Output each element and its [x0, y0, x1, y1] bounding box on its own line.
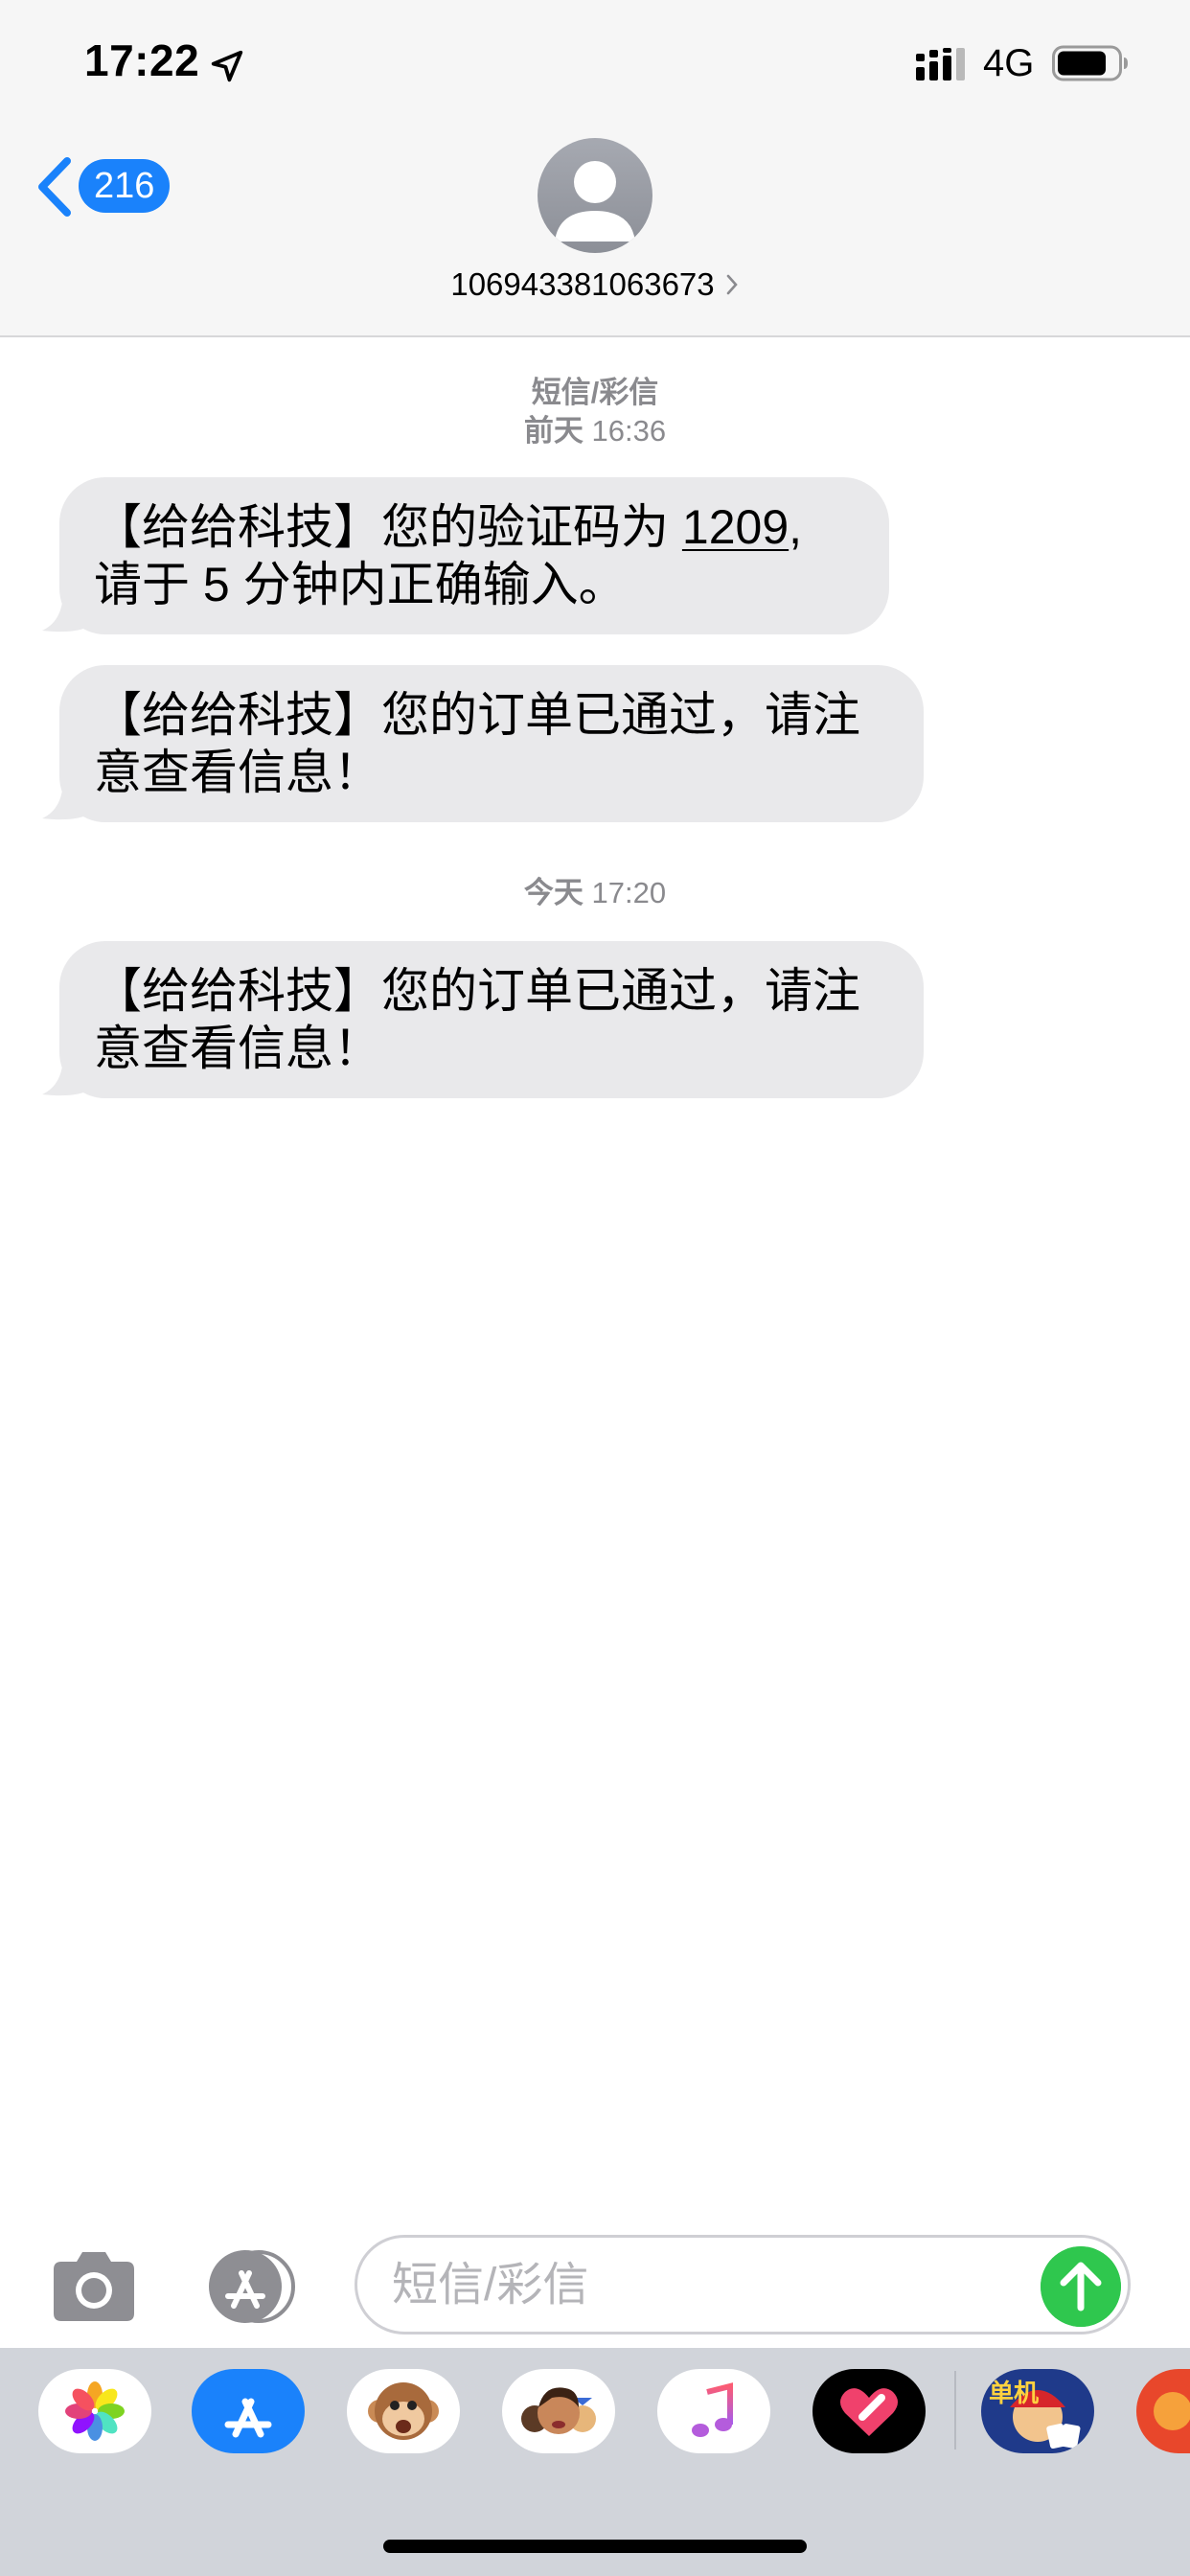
app-store-icon[interactable]: [199, 2248, 307, 2325]
message-input[interactable]: [355, 2235, 1131, 2334]
drawer-divider: [954, 2371, 956, 2450]
timestamp-2: 今天 17:20: [523, 876, 667, 909]
unread-count-badge: 216: [79, 159, 171, 213]
chevron-right-icon: [726, 274, 738, 295]
app-store-app-icon[interactable]: [192, 2369, 305, 2453]
music-app-icon[interactable]: [657, 2369, 770, 2453]
home-indicator[interactable]: [383, 2540, 807, 2553]
message-bubble-order-1[interactable]: 【给给科技】您的订单已通过，请注 意查看信息！: [59, 665, 924, 822]
message-line: 【给给科技】您的验证码为 1209,: [94, 500, 803, 554]
compose-bar: [0, 2214, 1190, 2348]
imessage-app-drawer: 单机: [0, 2348, 1190, 2576]
send-arrow-icon[interactable]: [1041, 2246, 1121, 2327]
avatar-person-icon: [555, 161, 635, 242]
conversation-header: 17:22 4G 216 106943381063673: [0, 0, 1190, 337]
animoji-monkey-icon[interactable]: [347, 2369, 460, 2453]
verification-code[interactable]: 1209: [682, 500, 789, 554]
memoji-icon[interactable]: [502, 2369, 615, 2453]
back-chevron-icon: [38, 157, 71, 217]
contact-avatar[interactable]: [538, 138, 652, 253]
camera-icon[interactable]: [48, 2248, 140, 2325]
message-line: 意查看信息！: [94, 1022, 381, 1075]
partial-app-icon[interactable]: [1136, 2369, 1190, 2453]
location-arrow-icon: [211, 50, 243, 82]
status-time: 17:22: [84, 35, 200, 85]
timestamp-1: 前天 16:36: [523, 414, 667, 448]
contact-number-row[interactable]: 106943381063673: [0, 266, 1190, 303]
message-bubble-order-2[interactable]: 【给给科技】您的订单已通过，请注 意查看信息！: [59, 941, 924, 1098]
photos-app-icon[interactable]: [38, 2369, 151, 2453]
battery-icon: [1052, 45, 1128, 81]
message-line: 请于 5 分钟内正确输入。: [94, 558, 627, 611]
conversation-service-label: 短信/彩信: [531, 376, 659, 409]
signal-bars-icon: [916, 48, 965, 80]
message-line: 意查看信息！: [94, 746, 381, 799]
game-app-text: 单机: [989, 2380, 1039, 2408]
back-button[interactable]: 216: [33, 151, 176, 218]
network-type: 4G: [983, 42, 1035, 84]
message-line: 【给给科技】您的订单已通过，请注: [94, 964, 860, 1018]
digital-touch-icon[interactable]: [812, 2369, 926, 2453]
message-line: 【给给科技】您的订单已通过，请注: [94, 688, 860, 742]
game-app-icon[interactable]: 单机: [981, 2369, 1094, 2453]
contact-number: 106943381063673: [450, 266, 715, 302]
message-bubble-verification[interactable]: 【给给科技】您的验证码为 1209, 请于 5 分钟内正确输入。: [59, 477, 889, 634]
